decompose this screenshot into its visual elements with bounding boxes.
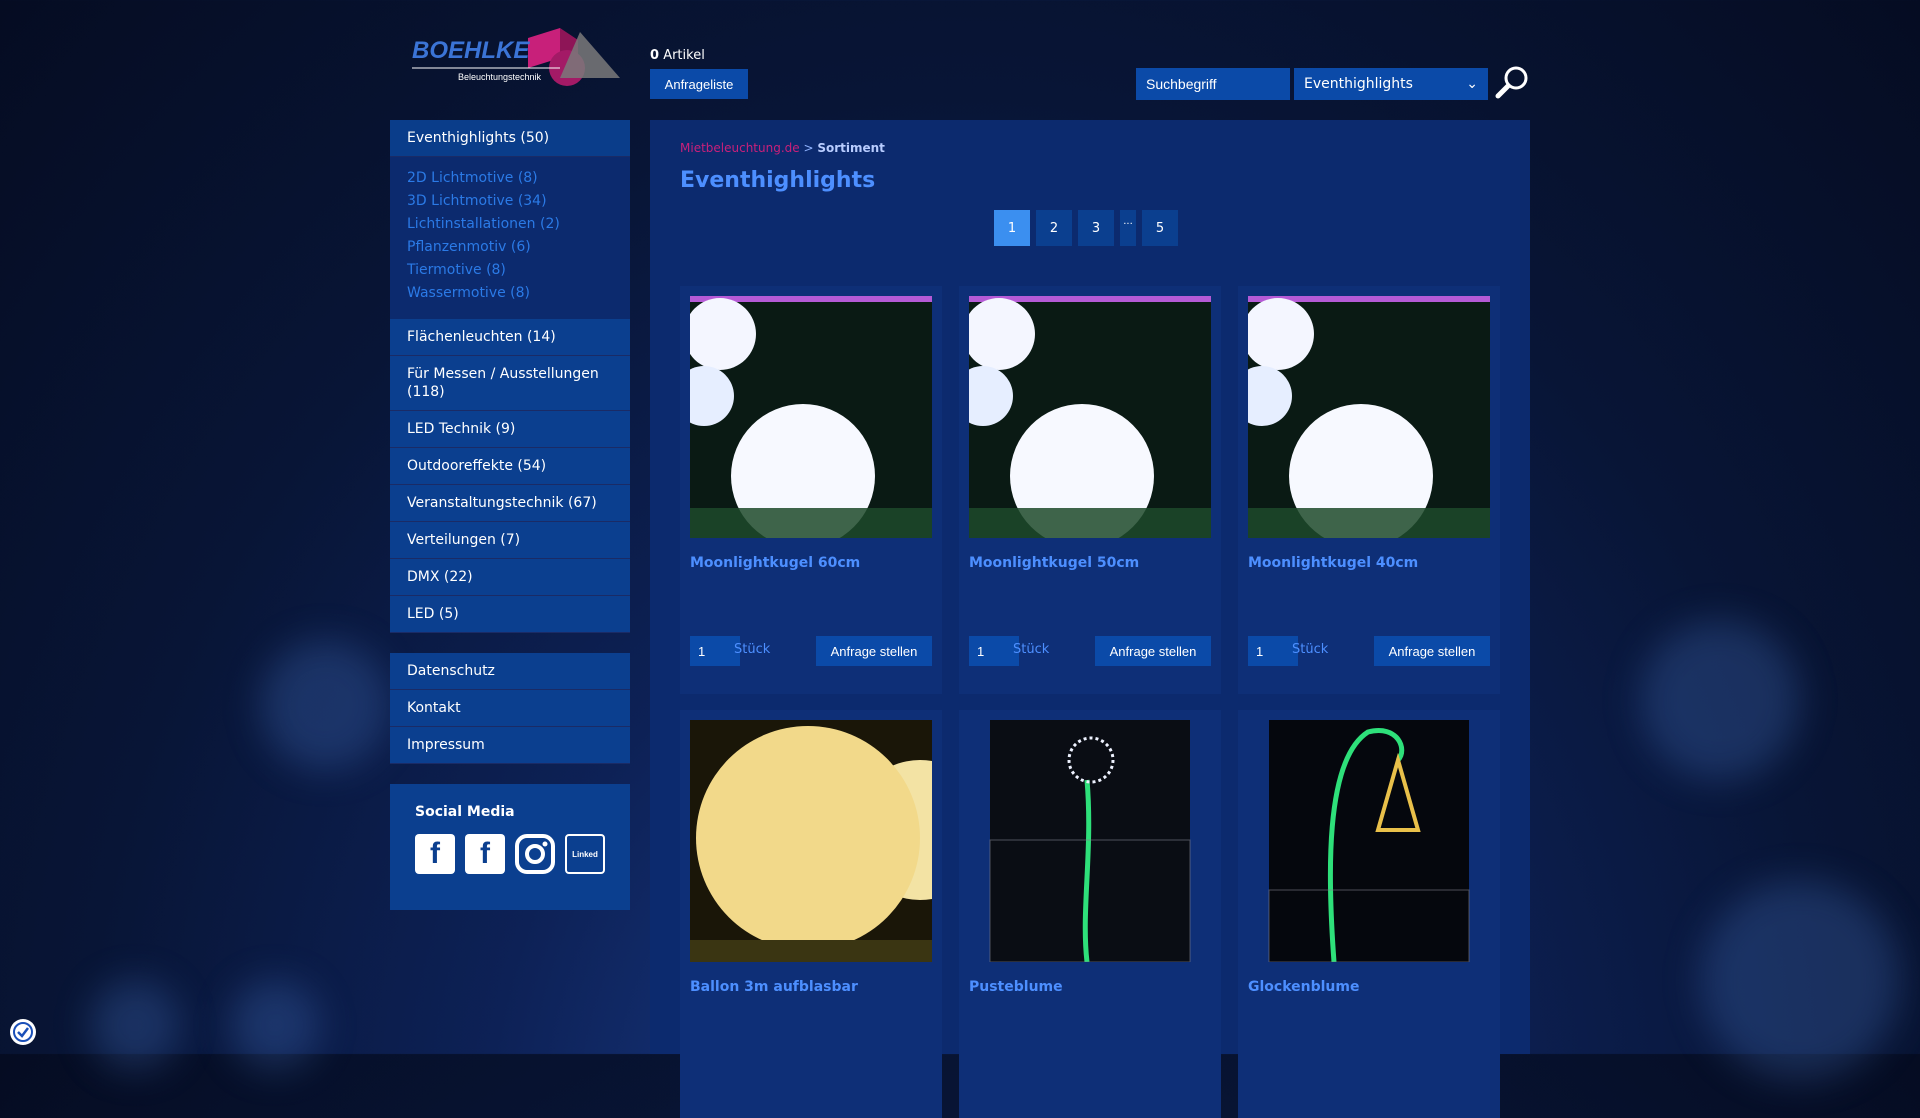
product-name[interactable]: Moonlightkugel 50cm (969, 555, 1139, 571)
breadcrumb-home-link[interactable]: Mietbeleuchtung.de (680, 141, 800, 155)
product-card: Moonlightkugel 50cm Stück Anfrage stelle… (959, 286, 1221, 694)
product-image-moonlightkugel-60[interactable] (690, 296, 932, 538)
product-image-moonlightkugel-50[interactable] (969, 296, 1211, 538)
page-button-2[interactable]: 2 (1036, 210, 1072, 246)
sidebar-item-flaechenleuchten[interactable]: Flächenleuchten (14) (390, 319, 630, 356)
product-name[interactable]: Moonlightkugel 60cm (690, 555, 860, 571)
product-image-ballon[interactable] (690, 720, 932, 962)
page-title: Eventhighlights (680, 168, 876, 193)
bokeh-light (230, 980, 320, 1070)
social-media-title: Social Media (415, 804, 515, 820)
sidebar-item-veranstaltungstechnik[interactable]: Veranstaltungstechnik (67) (390, 485, 630, 522)
sidebar-link-kontakt[interactable]: Kontakt (390, 690, 630, 727)
product-card: Moonlightkugel 60cm Stück Anfrage stelle… (680, 286, 942, 694)
page-ellipsis: ... (1120, 210, 1136, 246)
page-button-5[interactable]: 5 (1142, 210, 1178, 246)
bokeh-light (1640, 620, 1800, 780)
sidebar-item-verteilungen[interactable]: Verteilungen (7) (390, 522, 630, 559)
quantity-input[interactable] (969, 636, 1019, 666)
search-category-select[interactable]: Eventhighlights ⌄ (1294, 68, 1488, 100)
product-card: Moonlightkugel 40cm Stück Anfrage stelle… (1238, 286, 1500, 694)
inquiry-list-button[interactable]: Anfrageliste (650, 69, 748, 99)
svg-text:BOEHLKE: BOEHLKE (412, 37, 530, 64)
quantity-unit: Stück (1292, 642, 1329, 657)
product-name[interactable]: Ballon 3m aufblasbar (690, 979, 858, 995)
inquiry-button[interactable]: Anfrage stellen (1095, 636, 1211, 666)
sidebar-subitem[interactable]: Lichtinstallationen (2) (407, 213, 613, 236)
search-category-value: Eventhighlights (1304, 76, 1413, 92)
sidebar-subitem[interactable]: 2D Lichtmotive (8) (407, 167, 613, 190)
cart-count-value: 0 (650, 48, 660, 63)
linkedin-text: Linked (572, 849, 598, 859)
inquiry-button[interactable]: Anfrage stellen (816, 636, 932, 666)
product-image-pusteblume[interactable] (969, 720, 1211, 962)
sidebar-item-outdooreffekte[interactable]: Outdooreffekte (54) (390, 448, 630, 485)
search-icon[interactable] (1495, 64, 1531, 100)
sidebar-item-messen[interactable]: Für Messen / Ausstellungen (118) (390, 356, 630, 411)
page-button-3[interactable]: 3 (1078, 210, 1114, 246)
bokeh-light (90, 980, 180, 1070)
sidebar-item-eventhighlights[interactable]: Eventhighlights (50) (390, 120, 630, 157)
linkedin-icon[interactable]: Linked (565, 834, 605, 874)
sidebar-subitem[interactable]: Tiermotive (8) (407, 259, 613, 282)
quantity-input[interactable] (690, 636, 740, 666)
bokeh-light (1700, 880, 1900, 1080)
cookie-consent-icon[interactable] (10, 1019, 36, 1045)
svg-text:Beleuchtungstechnik: Beleuchtungstechnik (458, 72, 542, 82)
social-icons: f f Linked (415, 834, 605, 874)
product-card: Glockenblume (1238, 710, 1500, 1118)
product-card: Ballon 3m aufblasbar (680, 710, 942, 1118)
social-media-box: Social Media f f Linked (390, 784, 630, 910)
sidebar-link-datenschutz[interactable]: Datenschutz (390, 653, 630, 690)
quantity-unit: Stück (1013, 642, 1050, 657)
sidebar-item-led-technik[interactable]: LED Technik (9) (390, 411, 630, 448)
sidebar-subitem[interactable]: Pflanzenmotiv (6) (407, 236, 613, 259)
quantity-input[interactable] (1248, 636, 1298, 666)
sidebar-submenu: 2D Lichtmotive (8) 3D Lichtmotive (34) L… (390, 157, 630, 319)
sidebar: Eventhighlights (50) 2D Lichtmotive (8) … (390, 120, 630, 910)
sidebar-subitem[interactable]: Wassermotive (8) (407, 282, 613, 305)
cart-count: 0 Artikel (650, 48, 705, 63)
page-button-1[interactable]: 1 (994, 210, 1030, 246)
product-image-moonlightkugel-40[interactable] (1248, 296, 1490, 538)
breadcrumb-current: Sortiment (817, 141, 885, 155)
sidebar-subitem[interactable]: 3D Lichtmotive (34) (407, 190, 613, 213)
main-content: Mietbeleuchtung.de > Sortiment Eventhigh… (650, 120, 1530, 1118)
bokeh-light (260, 640, 390, 770)
instagram-icon[interactable] (515, 834, 555, 874)
sidebar-item-led[interactable]: LED (5) (390, 596, 630, 633)
facebook-icon[interactable]: f (465, 834, 505, 874)
cart-count-label: Artikel (663, 48, 705, 63)
search-input[interactable] (1136, 68, 1290, 100)
breadcrumb: Mietbeleuchtung.de > Sortiment (680, 141, 885, 155)
product-name[interactable]: Pusteblume (969, 979, 1063, 995)
quantity-unit: Stück (734, 642, 771, 657)
boehlke-logo[interactable]: BOEHLKE Beleuchtungstechnik (410, 28, 624, 92)
breadcrumb-separator: > (799, 141, 818, 155)
facebook-icon[interactable]: f (415, 834, 455, 874)
sidebar-link-impressum[interactable]: Impressum (390, 727, 630, 764)
product-name[interactable]: Glockenblume (1248, 979, 1359, 995)
chevron-down-icon: ⌄ (1466, 76, 1478, 92)
product-card: Pusteblume (959, 710, 1221, 1118)
sidebar-item-dmx[interactable]: DMX (22) (390, 559, 630, 596)
inquiry-button[interactable]: Anfrage stellen (1374, 636, 1490, 666)
pagination: 1 2 3 ... 5 (994, 210, 1178, 246)
product-image-glockenblume[interactable] (1248, 720, 1490, 962)
product-name[interactable]: Moonlightkugel 40cm (1248, 555, 1418, 571)
